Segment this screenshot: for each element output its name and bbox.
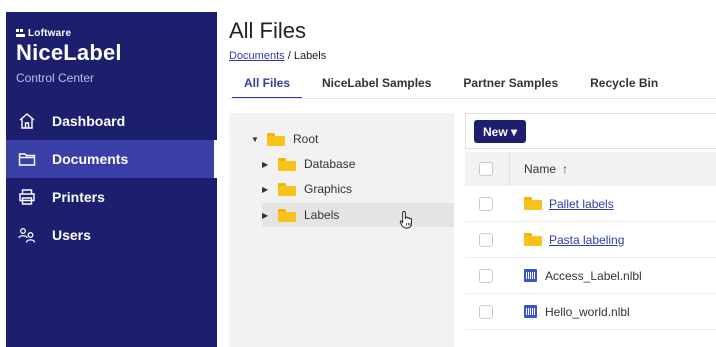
sidebar: Loftware NiceLabel Control Center Dashbo… [6, 12, 217, 347]
tab-nicelabel-samples[interactable]: NiceLabel Samples [310, 76, 443, 99]
tree-item-database[interactable]: ▶ Database [262, 157, 355, 171]
file-toolbar: New ▾ [465, 113, 716, 149]
product-name: NiceLabel [16, 40, 122, 65]
sidebar-item-label: Dashboard [52, 113, 126, 129]
sidebar-item-printers[interactable]: Printers [6, 178, 217, 216]
expand-caret-icon[interactable]: ▶ [262, 185, 270, 194]
tree-item-label: Root [293, 132, 319, 146]
breadcrumb-link-documents[interactable]: Documents [229, 50, 285, 62]
tab-recycle-bin[interactable]: Recycle Bin [578, 76, 670, 99]
folder-icon [524, 197, 542, 210]
new-button[interactable]: New ▾ [474, 120, 526, 143]
product-subtitle: Control Center [16, 71, 95, 85]
folder-icon [278, 182, 296, 196]
tab-bar: All Files NiceLabel Samples Partner Samp… [232, 76, 678, 99]
expand-caret-icon[interactable]: ▼ [251, 135, 259, 144]
printer-icon [18, 188, 36, 206]
row-checkbox[interactable] [479, 232, 493, 247]
sidebar-item-label: Printers [52, 189, 105, 205]
tree-item-label: Graphics [304, 182, 353, 196]
page-title: All Files [229, 18, 307, 43]
loftware-logo-icon [16, 29, 25, 38]
tree-item-labels[interactable]: ▶ Labels [262, 203, 454, 227]
tree-item-graphics[interactable]: ▶ Graphics [262, 182, 352, 196]
table-row[interactable]: Access_Label.nlbl [465, 258, 716, 294]
folder-icon [267, 132, 285, 146]
row-checkbox[interactable] [479, 268, 493, 283]
logo: Loftware NiceLabel Control Center [16, 28, 122, 85]
folder-icon [18, 150, 36, 168]
expand-caret-icon[interactable]: ▶ [262, 160, 270, 169]
folder-icon [278, 208, 296, 222]
label-file-icon [524, 305, 537, 318]
select-all-checkbox[interactable] [479, 162, 493, 176]
expand-caret-icon[interactable]: ▶ [262, 211, 270, 220]
tree-item-root[interactable]: ▼ Root [251, 132, 318, 146]
users-icon [18, 226, 36, 244]
folder-icon [524, 233, 542, 246]
breadcrumb-separator: / [287, 50, 291, 62]
table-row[interactable]: Hello_world.nlbl [465, 294, 716, 330]
sidebar-nav: Dashboard Documents Printers Users [6, 102, 217, 254]
tree-item-label: Labels [304, 208, 340, 222]
divider [229, 98, 716, 99]
breadcrumb: Documents / Labels [229, 50, 326, 62]
column-header-name[interactable]: Name [524, 162, 556, 176]
hand-cursor-icon [399, 211, 412, 229]
file-name-link[interactable]: Pasta labeling [549, 233, 624, 247]
sidebar-item-users[interactable]: Users [6, 216, 217, 254]
tab-all-files[interactable]: All Files [232, 76, 303, 99]
sidebar-item-documents[interactable]: Documents [6, 140, 217, 178]
tree-item-label: Database [304, 157, 356, 171]
file-name[interactable]: Hello_world.nlbl [545, 305, 630, 319]
file-name[interactable]: Access_Label.nlbl [545, 269, 642, 283]
folder-tree: ▼ Root ▶ Database ▶ Graphics ▶ Labels [229, 113, 454, 347]
sidebar-item-label: Users [52, 227, 91, 243]
folder-icon [278, 157, 296, 171]
file-name-link[interactable]: Pallet labels [549, 197, 614, 211]
label-file-icon [524, 269, 537, 282]
column-divider [509, 152, 510, 186]
tab-partner-samples[interactable]: Partner Samples [451, 76, 570, 99]
table-row[interactable]: Pallet labels [465, 186, 716, 222]
home-icon [18, 112, 36, 130]
table-row[interactable]: Pasta labeling [465, 222, 716, 258]
breadcrumb-current: Labels [293, 50, 327, 62]
row-checkbox[interactable] [479, 196, 493, 211]
table-header: Name ↑ [465, 152, 716, 186]
sort-ascending-icon[interactable]: ↑ [562, 162, 568, 176]
file-list: New ▾ Name ↑ Pallet labels Pasta labelin… [465, 113, 716, 347]
sidebar-item-dashboard[interactable]: Dashboard [6, 102, 217, 140]
company-name: Loftware [28, 28, 72, 39]
page-header: All Files Documents / Labels [229, 18, 326, 62]
sidebar-item-label: Documents [52, 151, 129, 167]
row-checkbox[interactable] [479, 304, 493, 319]
